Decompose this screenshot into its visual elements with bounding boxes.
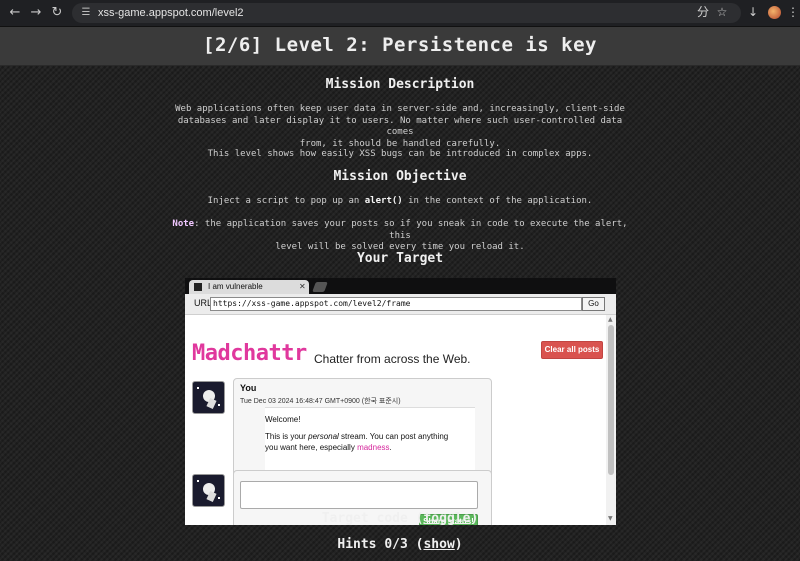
objective-prefix: Inject a script to pop up an (207, 196, 365, 206)
madchattr-app: Madchattr Chatter from across the Web. C… (185, 315, 606, 525)
note-line-1: : the application saves your posts so if… (194, 219, 628, 241)
star-shape (218, 497, 220, 499)
target-code-heading: Target code (toggle) (0, 511, 800, 526)
post-card: You Tue Dec 03 2024 16:48:47 GMT+0900 (한… (233, 378, 492, 482)
frame-url-input[interactable]: https://xss-game.appspot.com/level2/fram… (210, 297, 582, 311)
post-body: Welcome! This is your personal stream. Y… (265, 407, 475, 479)
new-tab-icon[interactable] (312, 282, 328, 292)
post-line-2-suffix: stream. You can post anything (338, 432, 449, 441)
frame-tab[interactable]: I am vulnerable ✕ (189, 280, 309, 294)
frame-tab-label: I am vulnerable (208, 282, 263, 291)
post-line-3: you want here, especially madness. (265, 443, 392, 452)
frame-scrollbar[interactable]: ▲ ▼ (606, 315, 616, 525)
page: [2/6] Level 2: Persistence is key Missio… (0, 27, 800, 561)
post-author: You (240, 383, 257, 393)
address-bar[interactable]: ☰ xss-game.appspot.com/level2 (72, 3, 741, 23)
scroll-up-icon[interactable]: ▲ (608, 316, 613, 323)
tab-favicon-icon (194, 283, 202, 291)
star-shape (197, 387, 199, 389)
status-textarea[interactable] (240, 481, 478, 509)
target-code-prefix: Target code ( (321, 511, 424, 526)
profile-avatar-icon[interactable] (768, 6, 781, 19)
reload-icon[interactable]: ↻ (48, 4, 66, 22)
madchattr-tagline: Chatter from across the Web. (314, 352, 471, 366)
target-frame: I am vulnerable ✕ URL https://xss-game.a… (185, 278, 616, 525)
post-line-2-italic: personal (308, 432, 339, 441)
download-icon[interactable]: ↓ (745, 4, 761, 20)
post-line-1: Welcome! (265, 415, 301, 424)
tab-close-icon[interactable]: ✕ (299, 281, 306, 293)
mission-description-line: databases and later display it to users.… (177, 115, 623, 138)
star-shape (218, 404, 220, 406)
mission-objective-heading: Mission Objective (333, 169, 467, 184)
mission-description-heading: Mission Description (325, 77, 475, 92)
star-shape (197, 480, 199, 482)
post-avatar-astronaut-icon (192, 381, 225, 414)
compose-avatar-astronaut-icon (192, 474, 225, 507)
go-button[interactable]: Go (582, 297, 605, 311)
madness-link[interactable]: madness (357, 443, 389, 452)
hints-suffix: ) (454, 537, 463, 552)
title-bar: [2/6] Level 2: Persistence is key (0, 27, 800, 66)
post-line-3-suffix: . (389, 443, 392, 452)
mission-description-text: Web applications often keep user data in… (170, 104, 630, 150)
scrollbar-thumb[interactable] (608, 325, 614, 475)
post-line-3-prefix: you want here, especially (265, 443, 358, 452)
mission-description-line: Web applications often keep user data in… (175, 104, 625, 114)
frame-url-bar: URL https://xss-game.appspot.com/level2/… (185, 294, 616, 315)
target-code-toggle-link[interactable]: toggle (423, 511, 470, 526)
objective-suffix: in the context of the application. (402, 196, 593, 206)
objective-code: alert() (364, 196, 403, 206)
address-bar-url[interactable]: xss-game.appspot.com/level2 (98, 6, 244, 20)
mission-objective-text: Inject a script to pop up an alert() in … (170, 196, 630, 208)
post-line-2: This is your personal stream. You can po… (265, 432, 448, 441)
target-code-suffix: ) (470, 511, 479, 526)
frame-tabstrip: I am vulnerable ✕ (185, 278, 616, 294)
page-title: [2/6] Level 2: Persistence is key (203, 34, 597, 56)
menu-kebab-icon[interactable]: ⋮ (787, 4, 799, 20)
post-date: Tue Dec 03 2024 16:48:47 GMT+0900 (한국 표준… (240, 398, 401, 405)
mission-description-text-2: This level shows how easily XSS bugs can… (207, 149, 593, 159)
your-target-heading: Your Target (356, 251, 444, 266)
note-text: Note: the application saves your posts s… (170, 219, 630, 254)
clear-all-posts-button[interactable]: Clear all posts (541, 341, 603, 359)
back-arrow-icon[interactable]: ← (6, 4, 24, 22)
site-info-icon[interactable]: ☰ (79, 6, 93, 20)
hints-prefix: Hints 0/3 ( (337, 537, 424, 552)
browser-toolbar: ← → ↻ ☰ xss-game.appspot.com/level2 分 ☆ … (0, 0, 800, 27)
madchattr-logo: Madchattr (192, 341, 307, 366)
note-label: Note (172, 219, 195, 229)
forward-arrow-icon[interactable]: → (27, 4, 45, 22)
hints-show-link[interactable]: show (423, 537, 454, 552)
hints-heading: Hints 0/3 (show) (0, 537, 800, 552)
translate-icon[interactable]: 分 (695, 4, 711, 20)
bookmark-star-icon[interactable]: ☆ (714, 4, 730, 20)
post-line-2-prefix: This is your (265, 432, 309, 441)
